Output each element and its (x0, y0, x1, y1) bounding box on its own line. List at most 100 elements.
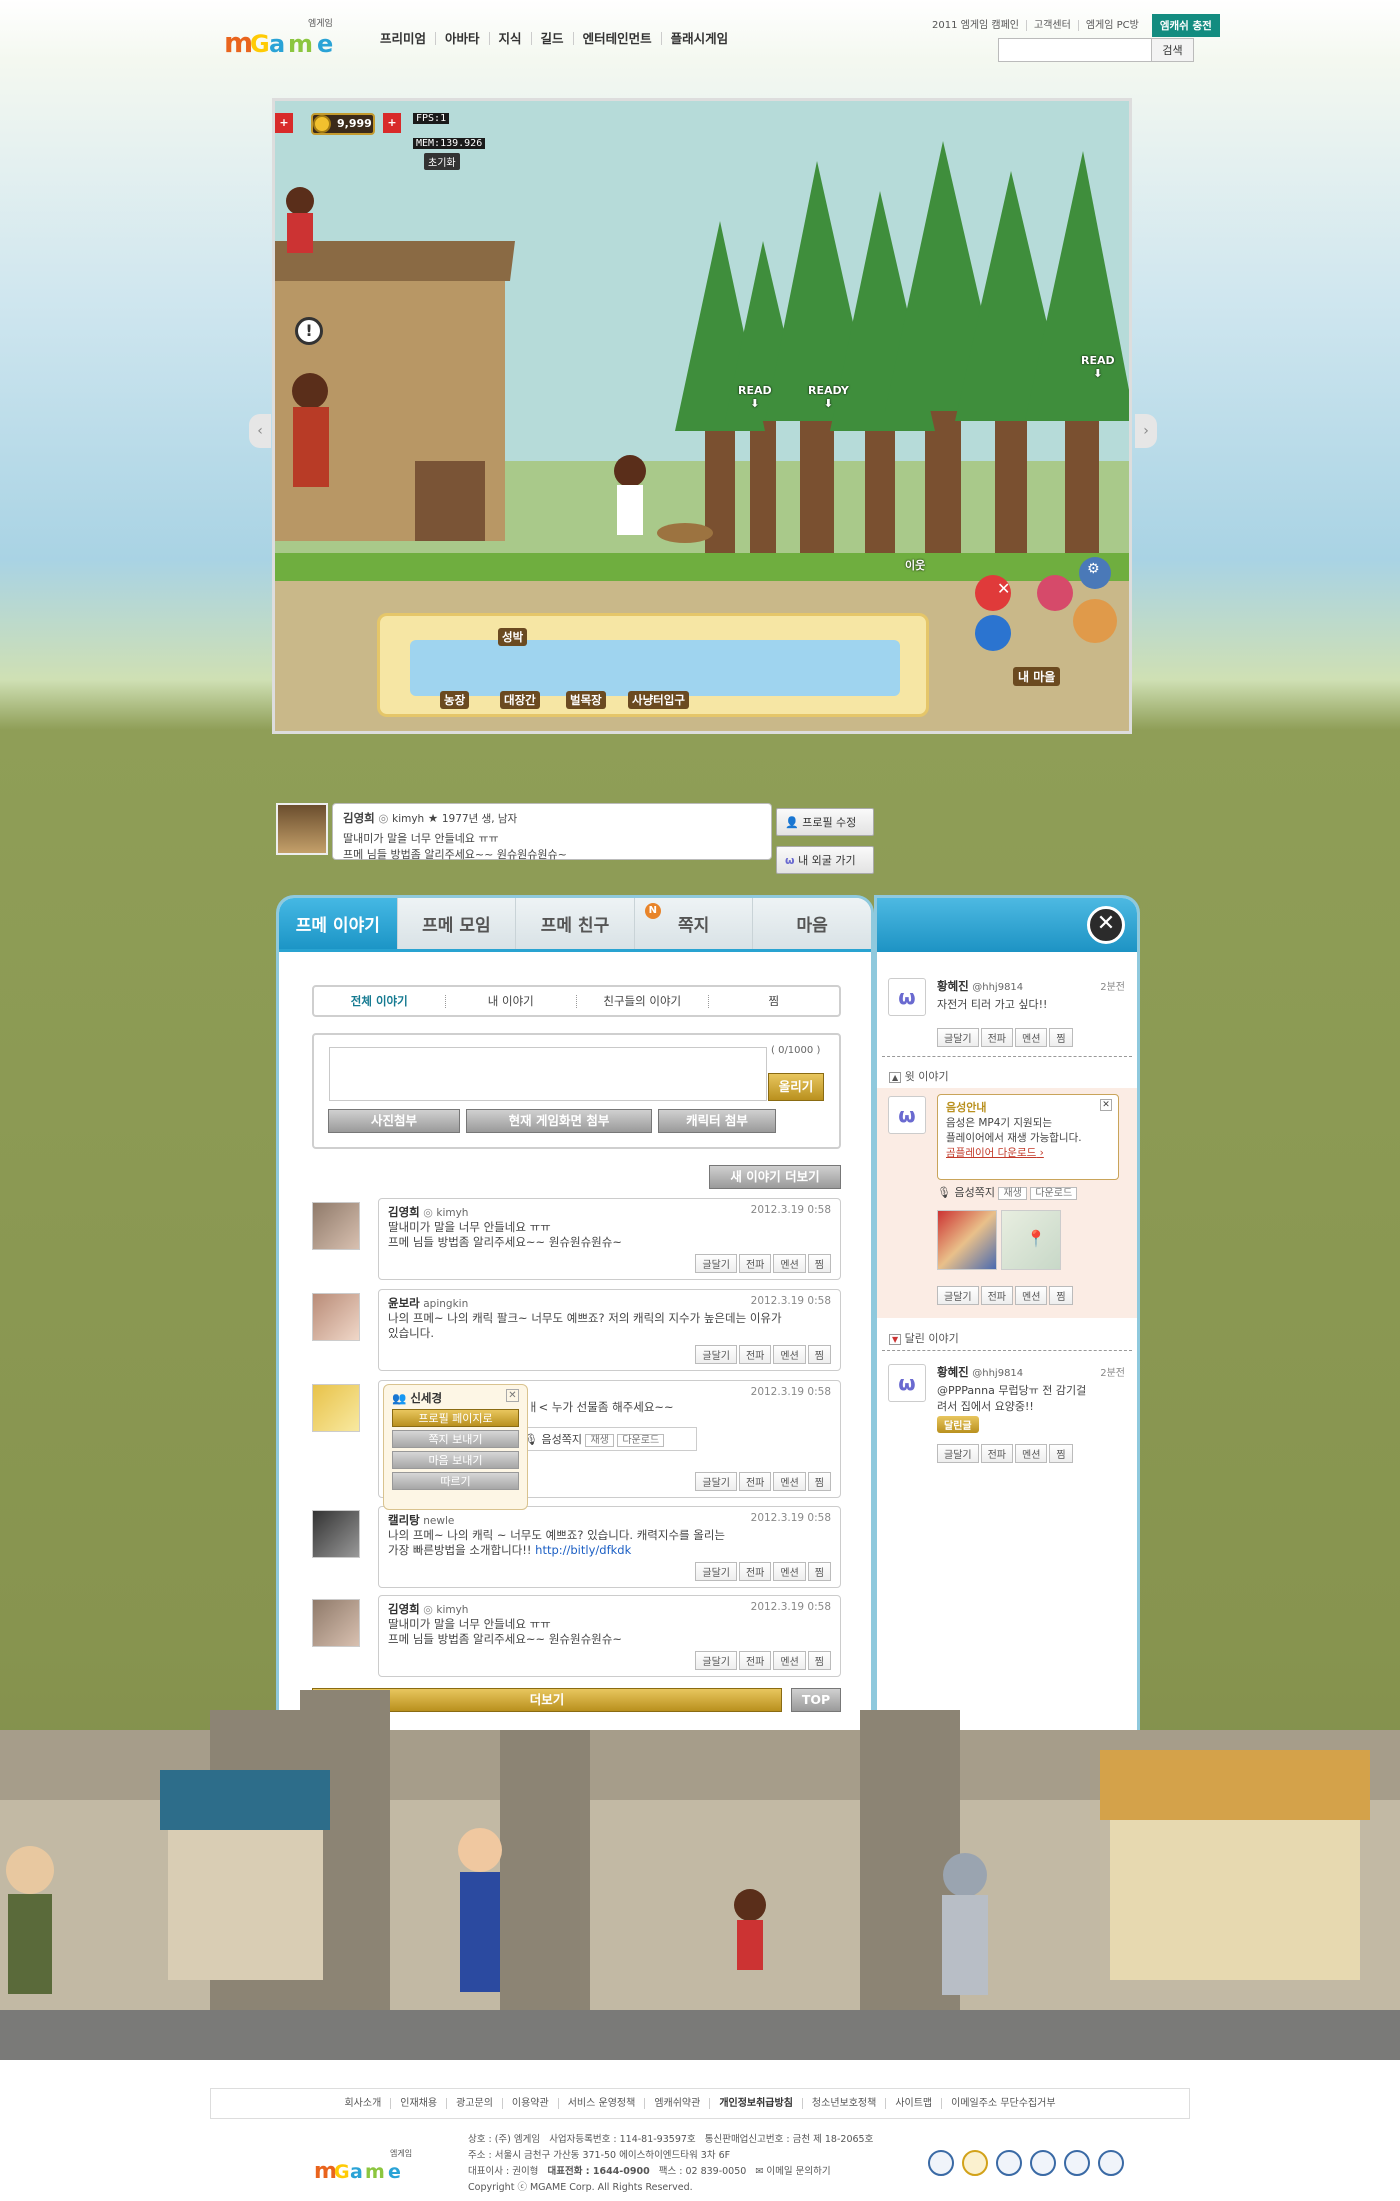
my-town-button[interactable]: 내 마을 (1013, 667, 1061, 686)
footer-link[interactable]: 청소년보호정책 (801, 2098, 885, 2109)
mention-button[interactable]: 멘션 (1015, 1444, 1048, 1463)
reply-button[interactable]: 글달기 (695, 1472, 737, 1491)
popup-close-icon[interactable]: ✕ (506, 1389, 519, 1402)
profile-edit-button[interactable]: 👤 프로필 수정 (776, 808, 874, 836)
post-author[interactable]: 김영희 (388, 1205, 420, 1219)
quest-exclamation-icon[interactable]: ! (295, 317, 323, 345)
spread-button[interactable]: 전파 (738, 1254, 772, 1273)
tab-hearts[interactable]: 마음 (753, 898, 871, 949)
close-panel-icon[interactable]: ✕ (1087, 906, 1125, 944)
favorite-button[interactable]: 찜 (807, 1472, 831, 1491)
post-avatar[interactable] (312, 1599, 360, 1647)
spread-button[interactable]: 전파 (738, 1651, 772, 1670)
spread-button[interactable]: 전파 (980, 1286, 1014, 1305)
favorite-button[interactable]: 찜 (1049, 1028, 1073, 1047)
tray-item-farm[interactable]: 농장 (440, 691, 470, 709)
spread-button[interactable]: 전파 (980, 1444, 1014, 1463)
email-inquiry-link[interactable]: 이메일 문의하기 (766, 2166, 830, 2177)
reply-button[interactable]: 글달기 (695, 1254, 737, 1273)
post-author[interactable]: 김영희 (388, 1602, 420, 1616)
attach-photo-button[interactable]: 사진첨부 (328, 1109, 460, 1133)
footer-link[interactable]: 이용약관 (501, 2098, 558, 2109)
voice-play-button[interactable]: 재생 (998, 1187, 1027, 1200)
reply-button[interactable]: 글달기 (695, 1562, 737, 1581)
post-avatar[interactable] (312, 1510, 360, 1558)
send-message-button[interactable]: 쪽지 보내기 (392, 1430, 519, 1448)
spread-button[interactable]: 전파 (738, 1345, 772, 1364)
more-stories-button[interactable]: 새 이야기 더보기 (709, 1165, 841, 1189)
voice-download-button[interactable]: 다운로드 (1030, 1187, 1078, 1200)
tray-item-hunting-entrance[interactable]: 사냥터입구 (628, 691, 689, 709)
close-game-icon[interactable]: ✕ (997, 579, 1010, 598)
nav-flash-game[interactable]: 플래시게임 (660, 32, 738, 45)
search-input[interactable] (998, 38, 1152, 62)
reply-button[interactable]: 글달기 (937, 1286, 979, 1305)
photo-thumbnail[interactable] (937, 1210, 997, 1270)
util-support-link[interactable]: 고객센터 (1026, 20, 1078, 31)
reply-button[interactable]: 글달기 (937, 1028, 979, 1047)
tab-groups[interactable]: 프메 모임 (398, 898, 517, 949)
detail-author[interactable]: 황혜진 (937, 1365, 969, 1379)
prev-story-label[interactable]: ▲ 윗 이야기 (889, 1068, 949, 1084)
post-author[interactable]: 윤보라 (388, 1296, 420, 1310)
user-avatar[interactable]: ω (888, 1364, 926, 1402)
attach-screen-button[interactable]: 현재 게임화면 첨부 (466, 1109, 652, 1133)
post-avatar[interactable] (312, 1293, 360, 1341)
neighbor-button[interactable]: 이웃 (905, 557, 925, 573)
footer-link-privacy[interactable]: 개인정보취급방침 (709, 2098, 802, 2109)
favorite-button[interactable]: 찜 (1049, 1286, 1073, 1305)
util-pcbang-link[interactable]: 엠게임 PC방 (1077, 20, 1146, 31)
tray-item-castle[interactable]: 성박 (498, 628, 528, 646)
mention-button[interactable]: 멘션 (773, 1345, 806, 1364)
user-avatar[interactable]: ω (888, 978, 926, 1016)
subtab-all[interactable]: 전체 이야기 (314, 994, 446, 1008)
reply-button[interactable]: 글달기 (937, 1444, 979, 1463)
add-money-button[interactable]: + (383, 113, 401, 133)
detail-author[interactable]: 황혜진 (937, 979, 969, 993)
post-avatar[interactable] (312, 1384, 360, 1432)
send-heart-button[interactable]: 마음 보내기 (392, 1451, 519, 1469)
nav-avatar[interactable]: 아바타 (435, 32, 489, 45)
nav-premium[interactable]: 프리미엄 (380, 32, 435, 45)
search-button[interactable]: 검색 (1152, 38, 1194, 62)
reply-button[interactable]: 글달기 (695, 1651, 737, 1670)
nav-entertainment[interactable]: 엔터테인먼트 (572, 32, 661, 45)
favorite-button[interactable]: 찜 (807, 1345, 831, 1364)
go-profile-button[interactable]: 프로필 페이지로 (392, 1409, 519, 1427)
subtab-friends[interactable]: 친구들의 이야기 (577, 994, 709, 1008)
post-link[interactable]: http://bitly/dfkdk (535, 1543, 631, 1557)
mention-button[interactable]: 멘션 (773, 1651, 806, 1670)
favorite-button[interactable]: 찜 (807, 1651, 831, 1670)
mention-button[interactable]: 멘션 (773, 1562, 806, 1581)
mcash-charge-button[interactable]: 엠캐쉬 충전 (1151, 14, 1220, 37)
reset-button[interactable]: 초기화 (424, 153, 460, 170)
gom-player-download-link[interactable]: 곰플레이어 다운로드 › (946, 1145, 1110, 1160)
map-thumbnail[interactable]: 📍 (1001, 1210, 1061, 1270)
footer-link[interactable]: 서비스 운영정책 (557, 2098, 645, 2109)
footer-link[interactable]: 광고문의 (446, 2098, 502, 2109)
settings-icon[interactable]: ⚙ (1087, 561, 1100, 577)
footer-link[interactable]: 사이트맵 (885, 2098, 941, 2109)
footer-link[interactable]: 이메일주소 무단수집거부 (941, 2098, 1064, 2109)
outing-button[interactable]: ω 내 외굴 가기 (776, 846, 874, 874)
tab-stories[interactable]: 프메 이야기 (279, 898, 398, 949)
mention-button[interactable]: 멘션 (773, 1472, 806, 1491)
game-viewport[interactable]: 9,999 + + FPS:1 MEM:139.926 초기화 ! READ ⬇ … (272, 98, 1132, 734)
reply-button[interactable]: 글달기 (695, 1345, 737, 1364)
tab-friends[interactable]: 프메 친구 (516, 898, 635, 949)
replies-button[interactable]: 달린글 (937, 1416, 979, 1433)
game-next-arrow[interactable]: › (1135, 414, 1157, 448)
add-coin-button[interactable]: + (275, 113, 293, 133)
follow-button[interactable]: 따르기 (392, 1472, 519, 1490)
favorite-button[interactable]: 찜 (807, 1562, 831, 1581)
footer-link[interactable]: 엠캐쉬약관 (644, 2098, 709, 2109)
subtab-mine[interactable]: 내 이야기 (446, 994, 577, 1008)
user-avatar[interactable]: ω (888, 1096, 926, 1134)
post-avatar[interactable] (312, 1202, 360, 1250)
mgame-logo[interactable]: m G a m e 엠게임 (222, 14, 347, 58)
util-campaign-link[interactable]: 2011 엠게임 캠페인 (925, 20, 1026, 31)
post-author[interactable]: 캘리탕 (388, 1513, 420, 1527)
voice-download-button[interactable]: 다운로드 (617, 1434, 665, 1447)
attach-character-button[interactable]: 캐릭터 첨부 (658, 1109, 776, 1133)
favorite-button[interactable]: 찜 (1049, 1444, 1073, 1463)
